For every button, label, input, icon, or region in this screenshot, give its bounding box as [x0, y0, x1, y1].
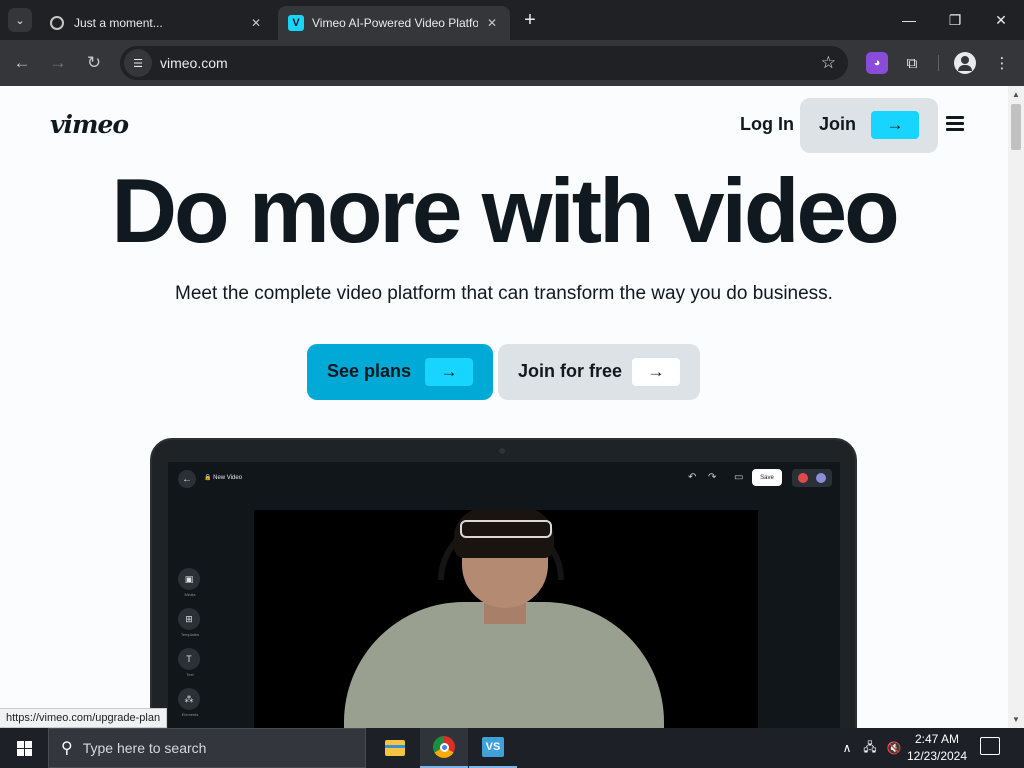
- tab-vimeo[interactable]: V Vimeo AI-Powered Video Platfo ✕: [278, 6, 510, 40]
- window-close-icon[interactable]: ✕: [978, 0, 1024, 40]
- taskbar-search[interactable]: ⚲ Type here to search: [48, 728, 366, 768]
- join-button[interactable]: Join →: [800, 98, 938, 153]
- url-text[interactable]: vimeo.com: [160, 55, 821, 71]
- address-bar[interactable]: ☰ vimeo.com ☆: [120, 46, 848, 80]
- tab-title: Just a moment...: [74, 16, 163, 30]
- record-dot-icon: [798, 473, 808, 483]
- browser-tab-strip: ⌄ Just a moment... ✕ V Vimeo AI-Powered …: [0, 0, 1024, 40]
- tab-just-a-moment[interactable]: Just a moment... ✕: [40, 6, 274, 40]
- arrow-right-icon: →: [871, 111, 919, 139]
- laptop-mockup: ← 🔒 New Video ↶ ↷ ▭ Save ▣ Media ⊞ Templ…: [150, 438, 857, 728]
- page-scrollbar[interactable]: ▲ ▼: [1008, 86, 1024, 728]
- windows-logo-icon: [16, 740, 32, 756]
- clock-time: 2:47 AM: [914, 732, 960, 746]
- toolbar-divider: [938, 55, 939, 71]
- tool-label: Media: [184, 592, 196, 597]
- vimeo-logo[interactable]: vimeo: [50, 110, 129, 139]
- volume-muted-icon[interactable]: 🔇: [884, 728, 904, 768]
- start-button[interactable]: [0, 728, 48, 768]
- redo-icon: ↷: [708, 472, 717, 483]
- editor-screen: ← 🔒 New Video ↶ ↷ ▭ Save ▣ Media ⊞ Templ…: [168, 462, 840, 728]
- arrow-right-icon: →: [425, 358, 473, 386]
- record-pill: [792, 469, 832, 487]
- templates-tool-icon: ⊞: [178, 608, 200, 630]
- minimize-icon[interactable]: —: [886, 0, 932, 40]
- undo-icon: ↶: [688, 472, 697, 483]
- link-status-tooltip: https://vimeo.com/upgrade-plan: [0, 708, 168, 728]
- app-icon: VS: [482, 737, 504, 757]
- media-tool-icon: ▣: [178, 568, 200, 590]
- network-icon[interactable]: 🖧: [860, 728, 880, 768]
- scroll-up-icon[interactable]: ▲: [1012, 90, 1020, 99]
- glasses-shape: [460, 520, 552, 538]
- extensions-puzzle-icon[interactable]: ⧉: [901, 52, 923, 74]
- restore-icon[interactable]: ❐: [932, 0, 978, 40]
- page-headline: Do more with video: [111, 161, 899, 262]
- join-for-free-button[interactable]: Join for free →: [498, 344, 700, 400]
- join-label: Join: [819, 114, 857, 134]
- page-subheadline: Meet the complete video platform that ca…: [175, 283, 833, 304]
- show-hidden-icons[interactable]: ∧: [838, 728, 856, 768]
- vimeo-favicon-icon: V: [288, 15, 304, 31]
- tab-close-icon[interactable]: ✕: [248, 15, 264, 31]
- video-preview: [254, 510, 758, 728]
- editor-save-button: Save: [752, 469, 782, 486]
- scroll-down-icon[interactable]: ▼: [1012, 715, 1020, 724]
- hamburger-menu-icon[interactable]: [946, 116, 964, 131]
- page-viewport: vimeo Log In Join → Do more with video M…: [0, 86, 1008, 728]
- folder-icon: [385, 740, 405, 756]
- site-settings-icon[interactable]: ☰: [124, 49, 152, 77]
- search-placeholder: Type here to search: [82, 740, 207, 756]
- avatar: [816, 473, 826, 483]
- project-title: 🔒 New Video: [204, 475, 243, 481]
- camera-dot: [499, 448, 505, 454]
- tool-label: Templates: [180, 632, 200, 637]
- tab-search-icon[interactable]: ⌄: [8, 8, 32, 32]
- see-plans-button[interactable]: See plans →: [307, 344, 493, 400]
- notifications-icon[interactable]: [980, 737, 1000, 755]
- clock-date: 12/23/2024: [906, 749, 968, 763]
- login-link[interactable]: Log In: [740, 114, 794, 135]
- chrome-app[interactable]: [420, 728, 468, 768]
- reload-icon[interactable]: ↻: [81, 50, 107, 76]
- tool-label: Text: [186, 672, 194, 677]
- forward-icon[interactable]: →: [45, 50, 71, 76]
- bookmark-star-icon[interactable]: ☆: [821, 53, 836, 73]
- scroll-thumb[interactable]: [1011, 104, 1021, 150]
- extension-purple-icon[interactable]: ◕: [866, 52, 888, 74]
- tab-close-icon[interactable]: ✕: [484, 15, 500, 31]
- vscode-app[interactable]: VS: [469, 728, 517, 768]
- browser-toolbar: ← → ↻ ☰ vimeo.com ☆ ◕ ⧉ ⋮: [0, 40, 1024, 86]
- profile-icon[interactable]: [954, 52, 976, 74]
- see-plans-label: See plans: [327, 361, 412, 381]
- back-icon[interactable]: ←: [9, 50, 35, 76]
- join-for-free-label: Join for free: [518, 361, 623, 381]
- editor-back-icon: ←: [178, 470, 196, 488]
- taskbar-clock[interactable]: 2:47 AM 12/23/2024: [904, 731, 970, 765]
- comment-icon: ▭: [734, 472, 744, 483]
- chrome-menu-icon[interactable]: ⋮: [991, 52, 1013, 74]
- new-tab-icon[interactable]: +: [518, 8, 542, 32]
- search-icon: ⚲: [61, 740, 73, 757]
- globe-icon: [50, 16, 64, 30]
- text-tool-icon: T: [178, 648, 200, 670]
- file-explorer-app[interactable]: [371, 728, 419, 768]
- elements-tool-icon: ⁂: [178, 688, 200, 710]
- tool-label: Elements: [181, 712, 199, 717]
- arrow-right-icon: →: [632, 358, 680, 386]
- chrome-icon: [433, 736, 455, 758]
- windows-taskbar: ⚲ Type here to search VS ∧ 🖧 🔇 2:47 AM 1…: [0, 728, 1024, 768]
- tab-title: Vimeo AI-Powered Video Platfo: [312, 16, 478, 30]
